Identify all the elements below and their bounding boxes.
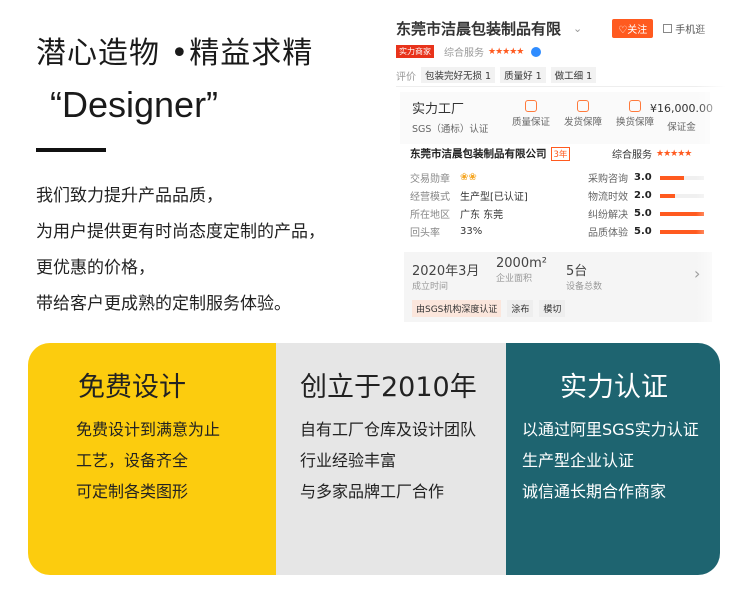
sgs-chip: 由SGS机构深度认证	[412, 300, 502, 317]
equipment-value: 5台	[566, 264, 588, 279]
company-info-box[interactable]: 2020年3月 成立时间 2000m² 企业面积 5台 设备总数 › 由SGS机…	[404, 252, 712, 322]
feature-cards: 免费设计 免费设计到满意为止 工艺，设备齐全 可定制各类图形 创立于2010年 …	[28, 343, 720, 575]
score-bar	[660, 193, 676, 198]
card-certification: 实力认证 以通过阿里SGS实力认证 生产型企业认证 诚信通长期合作商家	[506, 343, 720, 575]
heading-underline	[36, 148, 106, 152]
review-tag[interactable]: 质量好 1	[500, 67, 546, 83]
verified-icon	[531, 46, 542, 57]
detail-row: 回头率 33%	[410, 226, 483, 239]
store-name[interactable]: 东莞市洁晨包装制品有限	[396, 18, 561, 39]
years-badge: 3年	[550, 146, 571, 161]
score-row: 采购咨询 3.0	[588, 170, 704, 185]
overall-label: 综合服务	[612, 150, 652, 161]
card-line: 诚信通长期合作商家	[522, 482, 667, 501]
review-tag[interactable]: 包装完好无损 1	[421, 67, 496, 83]
factory-sub: SGS（通标）认证	[412, 124, 489, 135]
qr-grid-icon	[663, 24, 673, 33]
card-line: 与多家品牌工厂合作	[300, 482, 445, 501]
power-merchant-badge: 实力商家	[396, 45, 434, 58]
area-value: 2000m²	[496, 256, 547, 271]
card-line: 以通过阿里SGS实力认证	[522, 420, 699, 439]
detail-row: 所在地区 广东 东莞	[410, 210, 504, 221]
divider	[396, 86, 726, 87]
card-founded: 创立于2010年 自有工厂仓库及设计团队 行业经验丰富 与多家品牌工厂合作	[276, 343, 506, 575]
intro-line: 我们致力提升产品品质，	[36, 186, 223, 206]
follow-button[interactable]: ♡关注	[612, 19, 654, 38]
rating-stars: ★★★★★	[488, 46, 524, 57]
quality-guarantee[interactable]: 质量保证	[512, 100, 550, 128]
intro-line: 更优惠的价格，	[36, 258, 155, 278]
founded-value: 2020年3月	[412, 264, 480, 279]
process-chip: 模切	[539, 300, 566, 317]
intro-line: 带给客户更成熟的定制服务体验。	[36, 294, 291, 314]
exchange-icon	[629, 100, 642, 112]
designer-heading: “Designer”	[50, 84, 219, 125]
score-row: 纠纷解决 5.0	[588, 206, 704, 221]
score-row: 物流时效 2.0	[588, 188, 704, 203]
shield-icon	[577, 100, 590, 112]
store-screenshot: 东莞市洁晨包装制品有限 ⌄ ♡关注 手机逛 实力商家 综合服务 ★★★★★ 评价…	[396, 12, 726, 324]
score-row: 品质体验 5.0	[588, 224, 704, 239]
intro-section: 潜心造物 •精益求精 “Designer” 我们致力提升产品品质， 为用户提供更…	[36, 28, 386, 322]
chevron-down-icon[interactable]: ⌄	[573, 22, 582, 35]
card-free-design: 免费设计 免费设计到满意为止 工艺，设备齐全 可定制各类图形	[28, 343, 276, 575]
founded-label: 成立时间	[412, 282, 449, 292]
review-tag[interactable]: 做工细 1	[550, 67, 597, 83]
review-label: 评价	[396, 71, 416, 83]
slogan-heading: 潜心造物 •精益求精	[36, 36, 314, 71]
process-chip: 涂布	[507, 300, 534, 317]
intro-line: 为用户提供更有时尚态度定制的产品，	[36, 222, 325, 242]
mobile-link[interactable]: 手机逛	[675, 21, 705, 36]
card-line: 行业经验丰富	[300, 451, 397, 470]
deposit-label: 保证金	[667, 122, 696, 133]
quality-icon	[525, 100, 537, 112]
card-line: 可定制各类图形	[76, 482, 189, 501]
card-line: 生产型企业认证	[522, 451, 635, 470]
card-title: 免费设计	[78, 372, 186, 403]
company-name[interactable]: 东莞市洁晨包装制品有限公司	[410, 146, 547, 161]
intro-paragraph: 我们致力提升产品品质， 为用户提供更有时尚态度定制的产品， 更优惠的价格， 带给…	[36, 178, 386, 322]
overall-stars: ★★★★★	[656, 148, 692, 159]
factory-box: 实力工厂 SGS（通标）认证 质量保证 发货保障 换货保障 ¥16,000.00…	[400, 92, 713, 144]
exchange-guarantee[interactable]: 换货保障	[616, 100, 654, 128]
rating-label: 综合服务	[444, 48, 484, 59]
chevron-right-icon[interactable]: ›	[694, 264, 700, 283]
delivery-guarantee[interactable]: 发货保障	[564, 100, 602, 128]
factory-title: 实力工厂	[412, 102, 465, 117]
card-line: 免费设计到满意为止	[76, 420, 221, 439]
score-bar	[660, 211, 704, 216]
score-bar	[660, 175, 685, 180]
score-bar	[660, 229, 704, 234]
area-label: 企业面积	[496, 274, 533, 284]
card-line: 工艺，设备齐全	[76, 451, 189, 470]
deposit-amount: ¥16,000.00	[650, 102, 713, 115]
card-line: 自有工厂仓库及设计团队	[300, 420, 477, 439]
card-title: 创立于2010年	[300, 372, 477, 403]
equipment-label: 设备总数	[566, 282, 603, 292]
detail-row: 交易勋章 ❀❀	[410, 172, 477, 185]
card-title: 实力认证	[560, 372, 668, 403]
detail-row: 经营模式 生产型[已认证]	[410, 192, 528, 203]
